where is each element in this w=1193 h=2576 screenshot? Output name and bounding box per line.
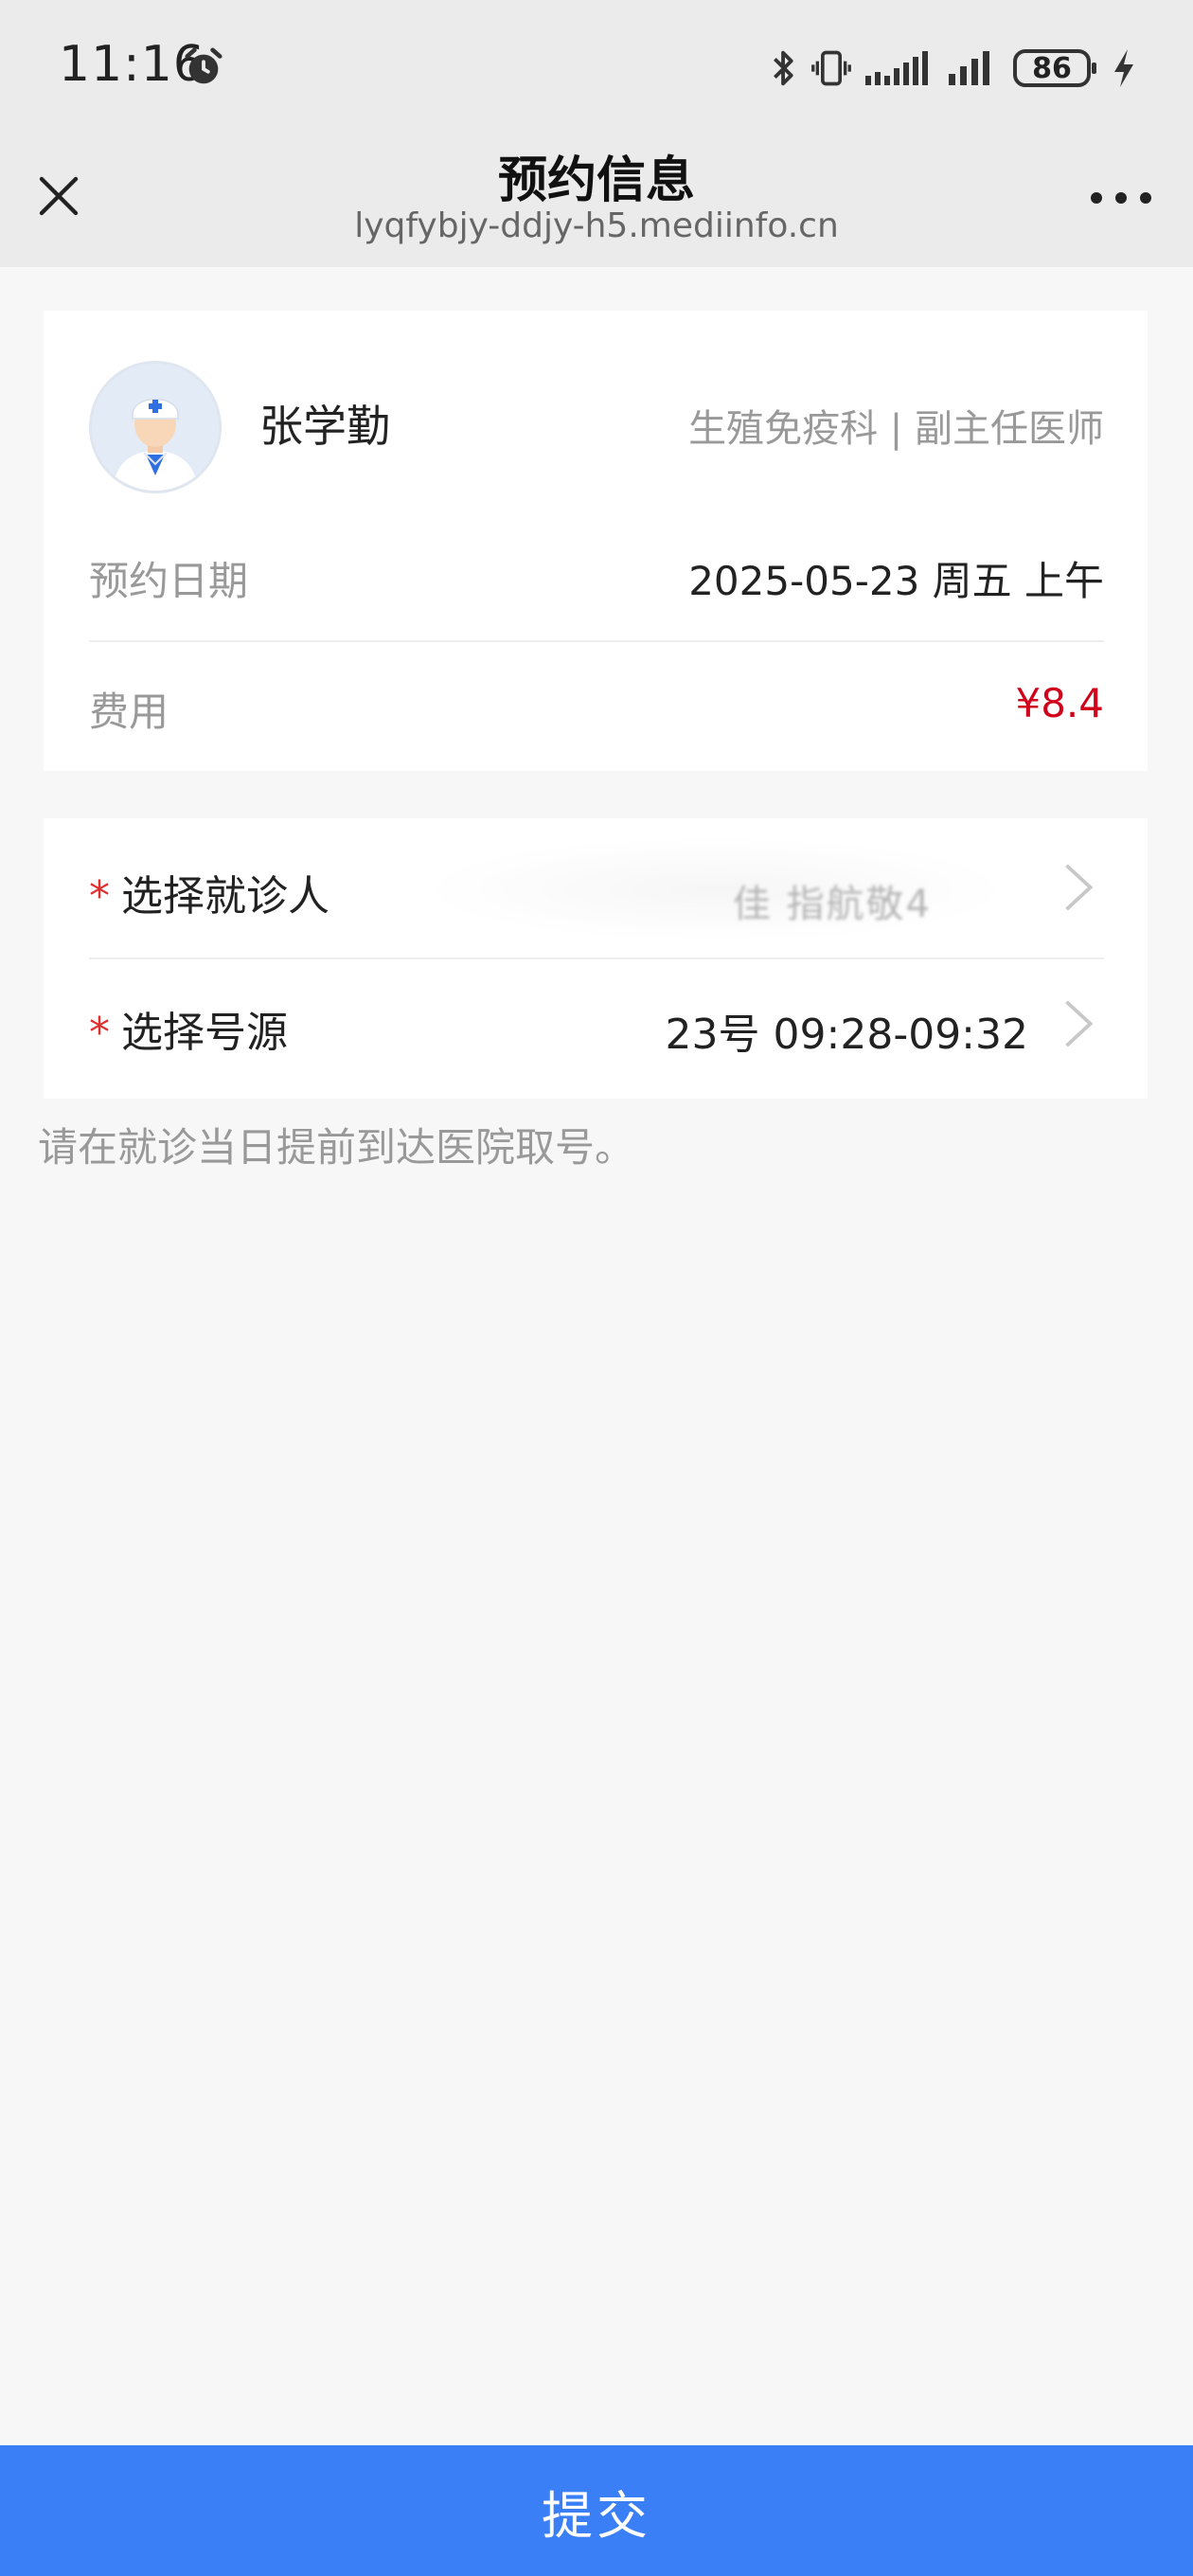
page-url: lyqfybjy-ddjy-h5.mediinfo.cn — [354, 206, 839, 245]
status-icons: 86 — [771, 44, 1136, 93]
divider — [89, 640, 1104, 642]
chevron-right-icon — [1065, 1000, 1094, 1047]
fee-value: ¥8.4 — [1015, 680, 1104, 726]
patient-label: 选择就诊人 — [121, 872, 329, 921]
page-title: 预约信息 — [497, 152, 695, 209]
vibrate-icon — [811, 50, 851, 86]
select-patient-row[interactable]: * 选择就诊人 佳 指航敬4 — [44, 818, 1148, 958]
selection-card: * 选择就诊人 佳 指航敬4 * 选择号源 23号 09:28-09:32 — [44, 818, 1148, 1099]
chevron-right-icon — [1065, 864, 1094, 911]
select-source-row[interactable]: * 选择号源 23号 09:28-09:32 — [44, 958, 1148, 1099]
source-label: 选择号源 — [121, 1009, 288, 1057]
more-button[interactable] — [1091, 187, 1151, 209]
bluetooth-icon — [774, 50, 793, 86]
signal-icon — [949, 51, 989, 85]
doctor-dept-title: 生殖免疫科 | 副主任医师 — [688, 407, 1104, 451]
required-mark: * — [89, 872, 110, 921]
patient-value: 佳 指航敬4 — [732, 883, 932, 926]
fee-label: 费用 — [89, 689, 169, 735]
source-value: 23号 09:28-09:32 — [665, 1011, 1028, 1059]
alarm-icon — [185, 47, 223, 84]
signal-icon — [865, 51, 928, 85]
required-mark: * — [89, 1009, 110, 1057]
date-label: 预约日期 — [89, 558, 249, 604]
status-bar: 11:16 86 — [0, 0, 1193, 137]
doctor-avatar — [89, 361, 222, 493]
charging-icon — [1114, 49, 1133, 87]
battery-icon: 86 — [1013, 49, 1096, 87]
more-icon — [1091, 192, 1102, 204]
doctor-name: 张学勤 — [259, 401, 390, 452]
notice-text: 请在就诊当日提前到达医院取号。 — [38, 1124, 635, 1171]
nav-header: 预约信息 lyqfybjy-ddjy-h5.mediinfo.cn — [0, 137, 1193, 267]
appointment-card: 张学勤 生殖免疫科 | 副主任医师 预约日期 2025-05-23 周五 上午 … — [44, 311, 1148, 771]
date-value: 2025-05-23 周五 上午 — [688, 558, 1104, 604]
doctor-avatar-icon — [92, 364, 219, 491]
submit-button[interactable]: 提交 — [0, 2445, 1193, 2576]
